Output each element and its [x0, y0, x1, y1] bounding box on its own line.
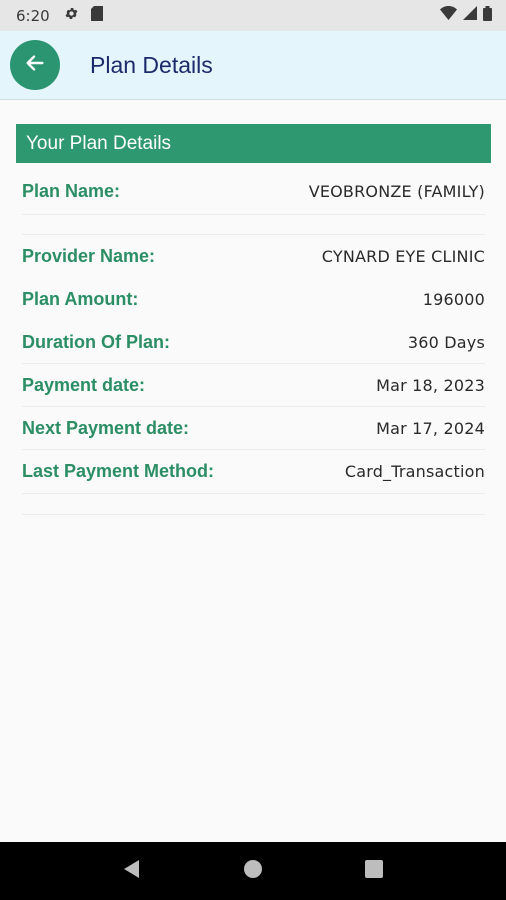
section-header: Your Plan Details — [16, 124, 491, 163]
status-time: 6:20 — [16, 6, 50, 25]
detail-row-duration: Duration Of Plan: 360 Days — [22, 321, 485, 363]
detail-label: Last Payment Method: — [22, 461, 215, 481]
sim-card-icon — [90, 5, 103, 26]
detail-value: 360 Days — [407, 332, 485, 352]
detail-label: Plan Name: — [22, 180, 121, 201]
detail-value: Mar 18, 2023 — [376, 375, 485, 395]
detail-label: Provider Name: — [22, 245, 156, 266]
detail-value: Card_Transaction — [344, 462, 485, 481]
plan-details-list: Plan Name: VEOBRONZE (FAMILY) Provider N… — [22, 168, 485, 515]
detail-value: Mar 17, 2024 — [376, 418, 485, 438]
nav-recents-button[interactable] — [354, 851, 394, 891]
divider — [22, 514, 485, 515]
battery-icon — [483, 5, 492, 26]
detail-row-plan-amount: Plan Amount: 196000 — [22, 277, 485, 321]
nav-back-button[interactable] — [112, 851, 152, 891]
detail-label: Next Payment date: — [22, 417, 190, 438]
detail-value: VEOBRONZE (FAMILY) — [308, 181, 485, 201]
detail-row-payment-date: Payment date: Mar 18, 2023 — [22, 364, 485, 406]
home-circle-icon — [243, 859, 263, 884]
detail-value: 196000 — [422, 289, 485, 309]
section-title: Your Plan Details — [26, 132, 172, 154]
signal-icon — [463, 6, 477, 25]
nav-home-button[interactable] — [233, 851, 273, 891]
back-triangle-icon — [122, 859, 142, 884]
detail-row-plan-name: Plan Name: VEOBRONZE (FAMILY) — [22, 168, 485, 214]
status-bar: 6:20 — [0, 0, 506, 31]
wifi-icon — [440, 6, 457, 25]
back-button[interactable] — [10, 40, 60, 90]
gear-icon — [64, 6, 79, 26]
detail-label: Plan Amount: — [22, 288, 139, 309]
arrow-left-icon — [24, 52, 46, 79]
page-title: Plan Details — [90, 51, 213, 78]
detail-row-provider-name: Provider Name: CYNARD EYE CLINIC — [22, 235, 485, 277]
detail-label: Duration Of Plan: — [22, 331, 170, 352]
detail-value: CYNARD EYE CLINIC — [321, 246, 485, 266]
detail-row-last-payment-method: Last Payment Method: Card_Transaction — [22, 450, 485, 493]
app-bar: Plan Details — [0, 31, 506, 100]
recents-square-icon — [364, 859, 383, 883]
detail-label: Payment date: — [22, 374, 146, 395]
system-nav-bar — [0, 842, 506, 900]
detail-row-next-payment-date: Next Payment date: Mar 17, 2024 — [22, 407, 485, 449]
